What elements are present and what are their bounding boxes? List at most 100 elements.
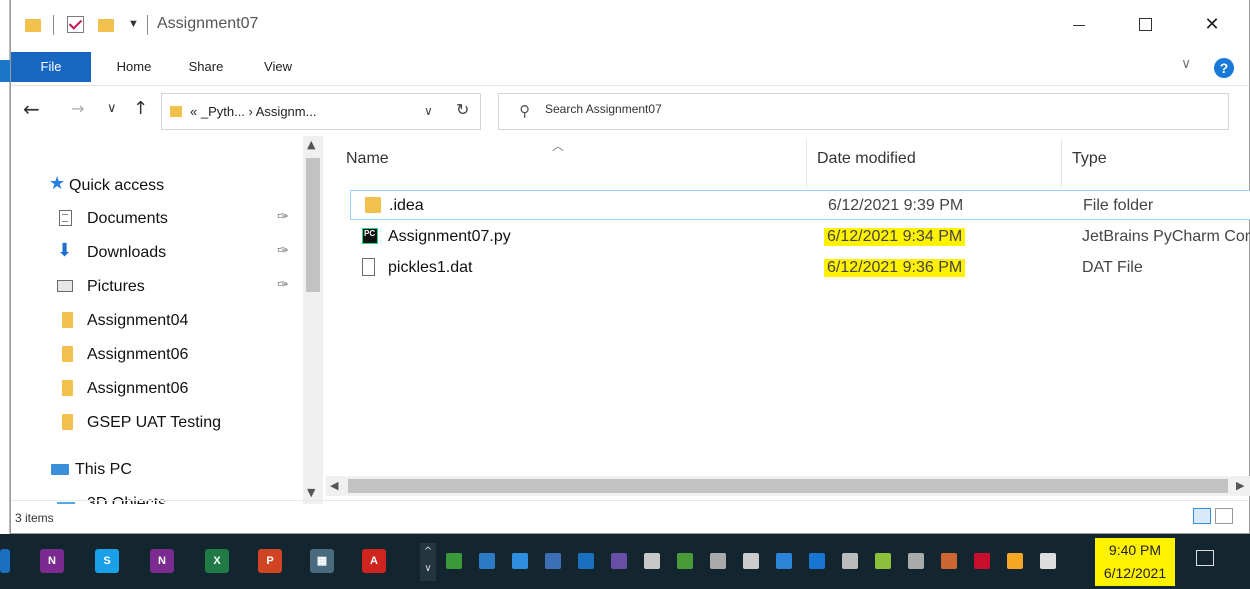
horizontal-scrollbar[interactable]: ◀ ▶ (326, 476, 1250, 496)
pycharm-icon (362, 228, 378, 244)
address-dropdown-icon[interactable]: ∨ (424, 104, 433, 118)
sidebar-item-downloads[interactable]: ⬇ Downloads ✑ (11, 237, 301, 267)
details-view-icon[interactable] (1193, 508, 1211, 524)
table-row[interactable]: pickles1.dat 6/12/2021 9:36 PM DAT File (350, 253, 1250, 283)
forward-button[interactable]: → (71, 99, 84, 119)
file-type: JetBrains PyCharm Com (1082, 228, 1250, 245)
notifications-icon[interactable] (1196, 550, 1214, 566)
search-input[interactable] (545, 102, 1045, 116)
address-path[interactable]: « _Pyth... › Assignm... (190, 104, 316, 119)
sidebar-item-assignment04[interactable]: Assignment04 (11, 305, 301, 335)
tray-icon[interactable] (545, 553, 561, 569)
sidebar-item-assignment06[interactable]: Assignment06 (11, 373, 301, 403)
folder-icon (170, 106, 182, 117)
recent-locations-button[interactable]: ∨ (107, 99, 117, 119)
tray-icon[interactable] (842, 553, 858, 569)
sidebar-item-label: Assignment04 (87, 312, 189, 329)
ribbon: File Home Share View ∨ ? (11, 52, 1249, 86)
clock-time: 9:40 PM (1108, 542, 1162, 558)
sidebar-item-documents[interactable]: Documents ✑ (11, 203, 301, 233)
sidebar-item-quick-access[interactable]: ★ Quick access (11, 170, 301, 200)
powerpoint-icon[interactable]: P (258, 549, 282, 573)
tab-share[interactable]: Share (181, 52, 231, 82)
tray-icon[interactable] (809, 553, 825, 569)
maximize-button[interactable] (1121, 8, 1171, 42)
scroll-down-icon[interactable]: ▼ (307, 486, 315, 499)
tray-icon[interactable] (710, 553, 726, 569)
tray-icon[interactable] (974, 553, 990, 569)
tray-icon[interactable] (677, 553, 693, 569)
taskbar: N S N X P ▦ A ^ ∨ 9:40 PM 6/12/2021 (0, 534, 1250, 589)
tab-view[interactable]: View (253, 52, 303, 82)
sidebar-item-label: Quick access (69, 177, 165, 194)
tab-home[interactable]: Home (109, 52, 159, 82)
tray-icon[interactable] (1007, 553, 1023, 569)
tray-icon[interactable] (776, 553, 792, 569)
address-bar[interactable]: « _Pyth... › Assignm... ∨ ↻ (161, 93, 481, 130)
tray-icon[interactable] (941, 553, 957, 569)
onenote-2016-icon[interactable]: N (150, 549, 174, 573)
customize-toolbar-icon[interactable]: ▼ (128, 18, 139, 30)
sidebar-item-label: Pictures (87, 278, 145, 295)
tray-icon[interactable] (1040, 553, 1056, 569)
close-button[interactable]: ✕ (1187, 8, 1237, 42)
tray-icon[interactable] (875, 553, 891, 569)
sidebar-item-gsep-uat-testing[interactable]: GSEP UAT Testing (11, 407, 301, 437)
column-divider[interactable] (1061, 139, 1062, 187)
tray-icon[interactable] (611, 553, 627, 569)
tray-icon[interactable] (446, 553, 462, 569)
minimize-button[interactable] (1055, 8, 1105, 42)
sidebar-item-assignment06[interactable]: Assignment06 (11, 339, 301, 369)
onenote-icon[interactable]: N (40, 549, 64, 573)
column-header-type[interactable]: Type (1072, 150, 1107, 168)
folder-icon (62, 414, 73, 430)
column-divider[interactable] (806, 139, 807, 187)
scroll-right-icon[interactable]: ▶ (1236, 479, 1244, 492)
column-header-date-modified[interactable]: Date modified (817, 150, 916, 168)
file-type: File folder (1083, 197, 1154, 214)
tray-icon[interactable] (908, 553, 924, 569)
divider (53, 15, 54, 35)
sidebar-scrollbar[interactable]: ▲ ▼ (303, 136, 323, 504)
pin-icon[interactable]: ✑ (277, 277, 289, 293)
acrobat-icon[interactable]: A (362, 549, 386, 573)
table-row[interactable]: .idea 6/12/2021 9:39 PM File folder (350, 190, 1250, 220)
pictures-icon (57, 280, 73, 292)
help-icon[interactable]: ? (1214, 58, 1234, 78)
folder-icon (62, 346, 73, 362)
tray-icon[interactable] (479, 553, 495, 569)
scrollbar-thumb[interactable] (348, 479, 1228, 493)
scroll-left-icon[interactable]: ◀ (330, 479, 338, 492)
excel-icon[interactable]: X (205, 549, 229, 573)
expand-ribbon-icon[interactable]: ∨ (1181, 56, 1191, 72)
file-name: .idea (389, 197, 424, 214)
search-box[interactable]: ⚲ (498, 93, 1229, 130)
new-folder-icon[interactable] (98, 19, 114, 32)
up-button[interactable]: ↑ (133, 99, 148, 119)
calculator-icon[interactable]: ▦ (310, 549, 334, 573)
system-clock[interactable]: 9:40 PM 6/12/2021 (1095, 538, 1175, 586)
scroll-up-icon[interactable]: ▲ (307, 138, 315, 151)
sidebar-item-this-pc[interactable]: This PC (11, 454, 301, 484)
tray-icon[interactable] (644, 553, 660, 569)
pin-icon[interactable]: ✑ (277, 209, 289, 225)
tray-icon[interactable] (743, 553, 759, 569)
sidebar-item-pictures[interactable]: Pictures ✑ (11, 271, 301, 301)
properties-icon[interactable] (67, 16, 84, 33)
status-bar: 3 items (11, 500, 1249, 534)
pinned-app-edge[interactable] (0, 549, 10, 573)
table-row[interactable]: Assignment07.py 6/12/2021 9:34 PM JetBra… (350, 222, 1250, 252)
column-header-name[interactable]: Name (346, 150, 389, 168)
show-hidden-icons-button[interactable]: ^ ∨ (420, 543, 436, 581)
scrollbar-thumb[interactable] (306, 158, 320, 292)
window-title: Assignment07 (157, 15, 259, 32)
tray-icon[interactable] (512, 553, 528, 569)
large-icons-view-icon[interactable] (1215, 508, 1233, 524)
pin-icon[interactable]: ✑ (277, 243, 289, 259)
skype-icon[interactable]: S (95, 549, 119, 573)
back-button[interactable]: ← (23, 99, 40, 119)
title-bar[interactable]: ▼ Assignment07 ✕ (11, 0, 1249, 52)
tray-icon[interactable] (578, 553, 594, 569)
tab-file[interactable]: File (11, 52, 91, 82)
refresh-icon[interactable]: ↻ (456, 100, 469, 119)
